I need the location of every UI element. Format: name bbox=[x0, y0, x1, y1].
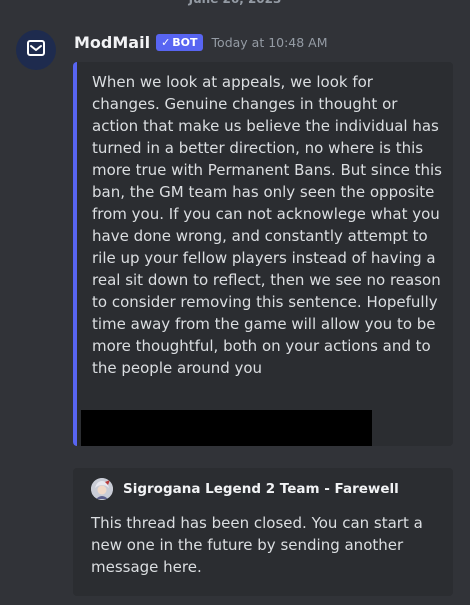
embed-author: Sigrogana Legend 2 Team - Farewell bbox=[91, 478, 399, 500]
chat-message: ModMail ✓ BOT Today at 10:48 AM When we … bbox=[0, 0, 470, 605]
checkmark-icon: ✓ bbox=[161, 35, 171, 49]
embed2-description: This thread has been closed. You can sta… bbox=[91, 514, 423, 576]
team-avatar-icon bbox=[91, 478, 113, 500]
embed-thread-closed: Sigrogana Legend 2 Team - Farewell This … bbox=[73, 468, 453, 596]
embed-description: When we look at appeals, we look for cha… bbox=[92, 73, 442, 377]
redacted-block bbox=[81, 410, 372, 446]
timestamp[interactable]: Today at 10:48 AM bbox=[212, 35, 328, 50]
embed-author-name[interactable]: Sigrogana Legend 2 Team - Farewell bbox=[123, 481, 399, 497]
bot-badge-label: BOT bbox=[172, 35, 198, 49]
embed-appeal-response: When we look at appeals, we look for cha… bbox=[73, 62, 453, 446]
mail-envelope-icon bbox=[26, 39, 46, 61]
username[interactable]: ModMail bbox=[74, 33, 150, 52]
bot-badge: ✓ BOT bbox=[156, 33, 203, 51]
message-header: ModMail ✓ BOT Today at 10:48 AM bbox=[74, 30, 328, 54]
bot-avatar[interactable] bbox=[16, 30, 56, 70]
